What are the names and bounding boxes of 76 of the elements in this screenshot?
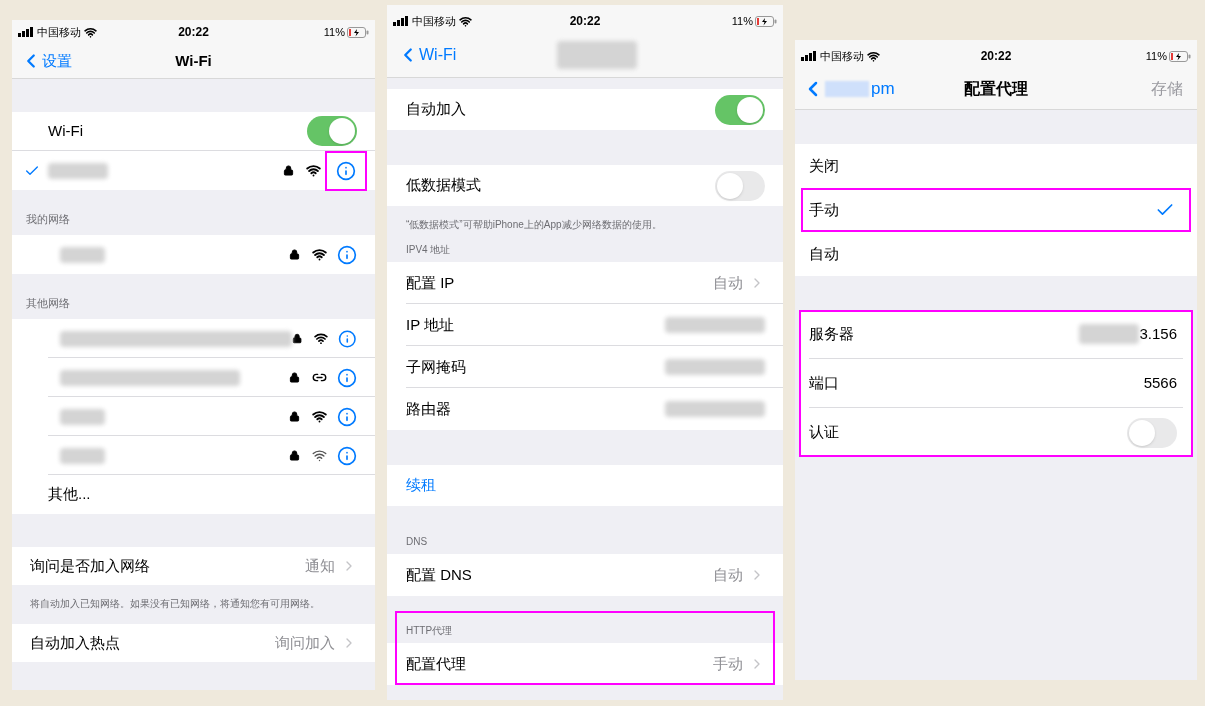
section-header: 我的网络 [26, 211, 70, 227]
nav-title: Wi-Fi [175, 50, 212, 71]
wifi-icon [312, 409, 327, 424]
wifi-icon [459, 14, 472, 28]
wifi-label: Wi-Fi [48, 120, 83, 141]
redaction-blur [60, 408, 105, 425]
auto-hotspot-label: 自动加入热点 [30, 632, 120, 653]
row-label: 配置代理 [406, 653, 466, 674]
redaction-blur [60, 246, 105, 263]
carrier-name: 中国移动 [412, 13, 456, 29]
auto-join-label: 自动加入 [406, 99, 466, 120]
row-label: 配置 IP [406, 272, 455, 293]
battery-icon [347, 26, 369, 38]
back-button[interactable]: 设置 [12, 49, 72, 73]
battery-icon [1169, 50, 1191, 62]
wifi-icon [312, 247, 327, 262]
back-button[interactable]: pm [795, 75, 895, 102]
info-button[interactable] [338, 328, 357, 349]
battery-percent: 11% [323, 24, 345, 40]
redaction-blur [60, 447, 105, 464]
wifi-icon [306, 163, 321, 178]
row-label: 子网掩码 [406, 356, 466, 377]
info-button[interactable] [337, 406, 357, 427]
redaction-blur [48, 162, 108, 179]
info-button[interactable] [337, 367, 357, 388]
row-value: 自动 [713, 564, 743, 585]
auth-switch[interactable] [1127, 417, 1177, 448]
wifi-icon [312, 448, 327, 463]
low-data-label: 低数据模式 [406, 175, 481, 196]
footnote: “低数据模式”可帮助iPhone上的App减少网络数据的使用。 [406, 219, 662, 230]
wifi-icon [84, 25, 97, 39]
wifi-switch[interactable] [307, 116, 357, 146]
signal-icon [393, 16, 409, 26]
status-time: 20:22 [980, 48, 1012, 65]
row-label: IP 地址 [406, 314, 455, 335]
carrier-name: 中国移动 [820, 48, 864, 64]
mode-option[interactable]: 自动 [801, 232, 1191, 276]
mode-option[interactable]: 关闭 [801, 144, 1191, 188]
section-header: HTTP代理 [406, 624, 453, 638]
mode-option[interactable]: 手动 [801, 188, 1191, 232]
back-button[interactable]: Wi-Fi [387, 43, 457, 67]
row-label: 配置 DNS [406, 564, 472, 585]
wifi-icon [314, 331, 329, 346]
battery-percent: 11% [731, 13, 753, 29]
signal-icon [18, 27, 34, 37]
info-button[interactable] [337, 244, 357, 265]
row-label: 端口 [809, 372, 839, 393]
section-header: IPV4 地址 [406, 243, 451, 257]
row-value: 3.156 [1139, 323, 1177, 344]
wifi-icon [867, 49, 880, 63]
info-button[interactable] [337, 445, 357, 466]
row-label: 服务器 [809, 323, 854, 344]
status-time: 20:22 [569, 13, 601, 30]
battery-icon [755, 15, 777, 27]
auto-hotspot-value: 询问加入 [275, 632, 335, 653]
row-label: 路由器 [406, 398, 451, 419]
section-header: DNS [406, 535, 428, 549]
renew-lease-button[interactable]: 续租 [406, 474, 436, 497]
info-button[interactable] [336, 160, 356, 181]
footnote: 将自动加入已知网络。如果没有已知网络，将通知您有可用网络。 [30, 598, 320, 609]
ask-join-label: 询问是否加入网络 [30, 555, 150, 576]
carrier-name: 中国移动 [37, 24, 81, 40]
status-time: 20:22 [178, 24, 209, 41]
row-value: 自动 [713, 272, 743, 293]
section-header: 其他网络 [26, 295, 70, 311]
row-label: 认证 [809, 422, 839, 443]
redaction-blur [1079, 324, 1140, 344]
ask-join-value: 通知 [305, 555, 335, 576]
auto-join-switch[interactable] [715, 94, 765, 125]
low-data-switch[interactable] [715, 170, 765, 201]
row-value: 手动 [713, 653, 743, 674]
nav-title: 配置代理 [964, 78, 1028, 99]
other-network-item[interactable]: 其他... [48, 483, 91, 506]
signal-icon [801, 51, 817, 61]
battery-percent: 11% [1145, 48, 1167, 64]
row-value: 5566 [1143, 372, 1177, 393]
